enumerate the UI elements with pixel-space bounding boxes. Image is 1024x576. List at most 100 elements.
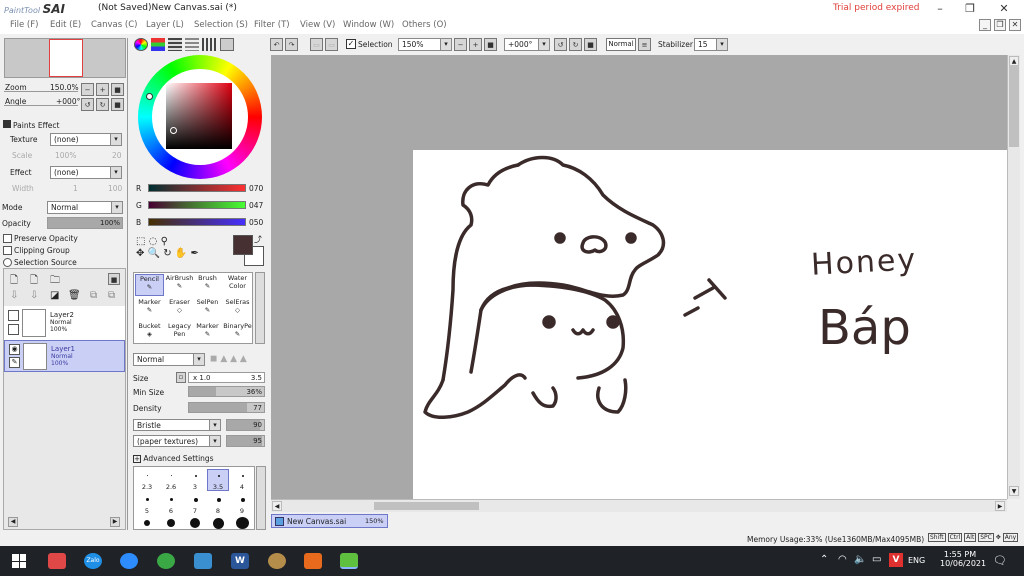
rotate-left-button[interactable]: ↺ [81,98,94,111]
scroll-down-icon[interactable]: ▼ [1009,486,1019,496]
size-preset-2-6[interactable]: 2.6 [161,483,181,491]
redo-icon[interactable]: ↷ [285,38,298,51]
new-set-icon[interactable]: 🗋 [30,273,38,290]
menu-edit[interactable]: Edit (E) [50,20,81,30]
hsv-slider-tab-icon[interactable] [168,38,182,51]
magic-wand-icon[interactable]: ⚲ [161,236,168,247]
vietkey-icon[interactable]: V [889,553,903,567]
g-value[interactable]: 047 [249,201,263,210]
tool-brush[interactable]: Brush ✎ [193,274,222,296]
min-size-slider[interactable]: 36% [188,386,265,397]
word-icon[interactable]: W [231,553,249,569]
opacity-slider[interactable]: 100% [47,217,123,229]
delete-layer-icon[interactable]: 🗑 [68,290,81,301]
size-preset-2-3[interactable]: 2.3 [137,483,157,491]
menu-window[interactable]: Window (W) [343,20,394,30]
tray-chevron-icon[interactable]: ⌃ [820,554,828,565]
layer-mode-dropdown[interactable]: Normal [47,201,123,214]
lock-checkbox[interactable] [8,324,19,335]
brush-blend-dropdown[interactable]: Normal [133,353,205,366]
scroll-right-icon[interactable]: ▶ [995,501,1005,511]
effect-dropdown[interactable]: (none) [50,166,122,179]
tool-watercolor[interactable]: Water Color [222,274,253,296]
windows-start-icon[interactable] [12,554,26,568]
size-preset-4[interactable]: 4 [232,483,252,491]
mdi-close-icon[interactable]: ✕ [1009,19,1021,31]
menu-filter[interactable]: Filter (T) [254,20,290,30]
size-preset-3[interactable]: 3 [185,483,205,491]
navigator-viewport[interactable] [49,39,83,77]
zoom-dropdown[interactable]: 150% [398,38,452,51]
toolbar-zoom-out-button[interactable]: − [454,38,467,51]
visibility-checkbox[interactable] [8,310,19,321]
tool-binarypen[interactable]: BinaryPe ✎ [222,322,253,344]
tool-airbrush[interactable]: AirBrush ✎ [165,274,194,296]
panel-splitter[interactable] [127,38,128,530]
size-preset-3-5[interactable]: 3.5 [208,483,228,491]
scroll-left-icon[interactable]: ◀ [8,517,18,527]
toolbar-rotate-right-button[interactable]: ↻ [569,38,582,51]
brush-texture-dropdown[interactable]: (paper textures) [133,435,221,447]
angle-slider[interactable] [4,105,78,106]
menu-others[interactable]: Others (O) [402,20,447,30]
tool-selpen[interactable]: SelPen ✎ [193,298,222,320]
selection-source-radio[interactable] [3,258,12,267]
deselect-icon[interactable]: ▭ [310,38,323,51]
brave-icon[interactable] [304,553,322,569]
paint-app-icon[interactable] [268,553,286,569]
zoom-out-button[interactable]: − [81,83,94,96]
tool-legacy-pen[interactable]: Legacy Pen [165,322,194,344]
hue-ring[interactable] [138,55,262,179]
sv-handle[interactable] [170,127,177,134]
density-slider[interactable]: 77 [188,402,265,413]
size-preset-9[interactable]: 9 [232,507,252,515]
duplicate-icon[interactable]: ⧉ [90,290,97,301]
rotate-icon[interactable]: ↻ [163,248,171,259]
transfer-down-icon[interactable]: ⇩ [10,290,18,301]
tool-grid-scrollbar[interactable] [255,272,265,344]
mixer-tab-icon[interactable] [185,38,199,51]
zoom-slider[interactable] [4,91,78,92]
flip-view-button[interactable]: ≡ [638,38,651,51]
tool-marker[interactable]: Marker ✎ [135,298,164,320]
menu-selection[interactable]: Selection (S) [194,20,248,30]
new-layer-icon[interactable]: 🗋 [10,273,18,290]
preserve-opacity-checkbox[interactable] [3,234,12,243]
eyedropper-icon[interactable]: ✒ [190,248,198,259]
restore-icon[interactable]: ❐ [956,1,984,16]
menu-file[interactable]: File (F) [10,20,38,30]
close-icon[interactable]: ✕ [990,1,1018,16]
document-tab[interactable]: New Canvas.sai 150% [271,514,388,528]
rotate-reset-button[interactable]: ■ [111,98,124,111]
painttool-sai-taskbar-icon[interactable] [340,553,358,569]
horizontal-scroll-thumb[interactable] [374,502,479,510]
scratchpad-tab-icon[interactable] [220,38,234,51]
coccoc-icon[interactable] [157,553,175,569]
g-slider[interactable] [148,201,246,209]
mdi-minimize-icon[interactable]: _ [979,19,991,31]
scroll-left-icon[interactable]: ◀ [272,501,282,511]
stabilizer-dropdown[interactable]: 15 [694,38,728,51]
zoom-app-icon[interactable] [120,553,138,569]
size-presets-scrollbar[interactable] [256,466,266,530]
paints-effect-header[interactable]: Paints Effect [3,120,59,130]
vertical-scrollbar[interactable]: ▲ ▼ [1007,55,1020,499]
language-indicator[interactable]: ENG [908,556,925,565]
brush-shape-presets[interactable]: ◼ ▲ ▲ ▲ [210,354,264,364]
pen-icon[interactable]: ✎ [9,357,20,368]
layer-settings-icon[interactable]: ⧉ [108,290,115,301]
move-icon[interactable]: ✥ [136,248,144,259]
size-lock-button[interactable]: ▫ [176,372,186,383]
lasso-icon[interactable]: ◌ [149,236,158,247]
brush-shape-slider[interactable]: 90 [226,419,265,431]
swap-colors-icon[interactable]: ⤴ [254,234,262,245]
toolbar-zoom-in-button[interactable]: + [469,38,482,51]
r-value[interactable]: 070 [249,184,263,193]
ultraviewer-icon[interactable] [48,553,66,569]
angle-dropdown[interactable]: +000° [504,38,550,51]
size-preset-7[interactable]: 7 [185,507,205,515]
invert-selection-icon[interactable]: ▭ [325,38,338,51]
tool-marker-2[interactable]: Marker ✎ [193,322,222,344]
size-preset-5[interactable]: 5 [137,507,157,515]
pc-icon[interactable] [194,553,212,569]
